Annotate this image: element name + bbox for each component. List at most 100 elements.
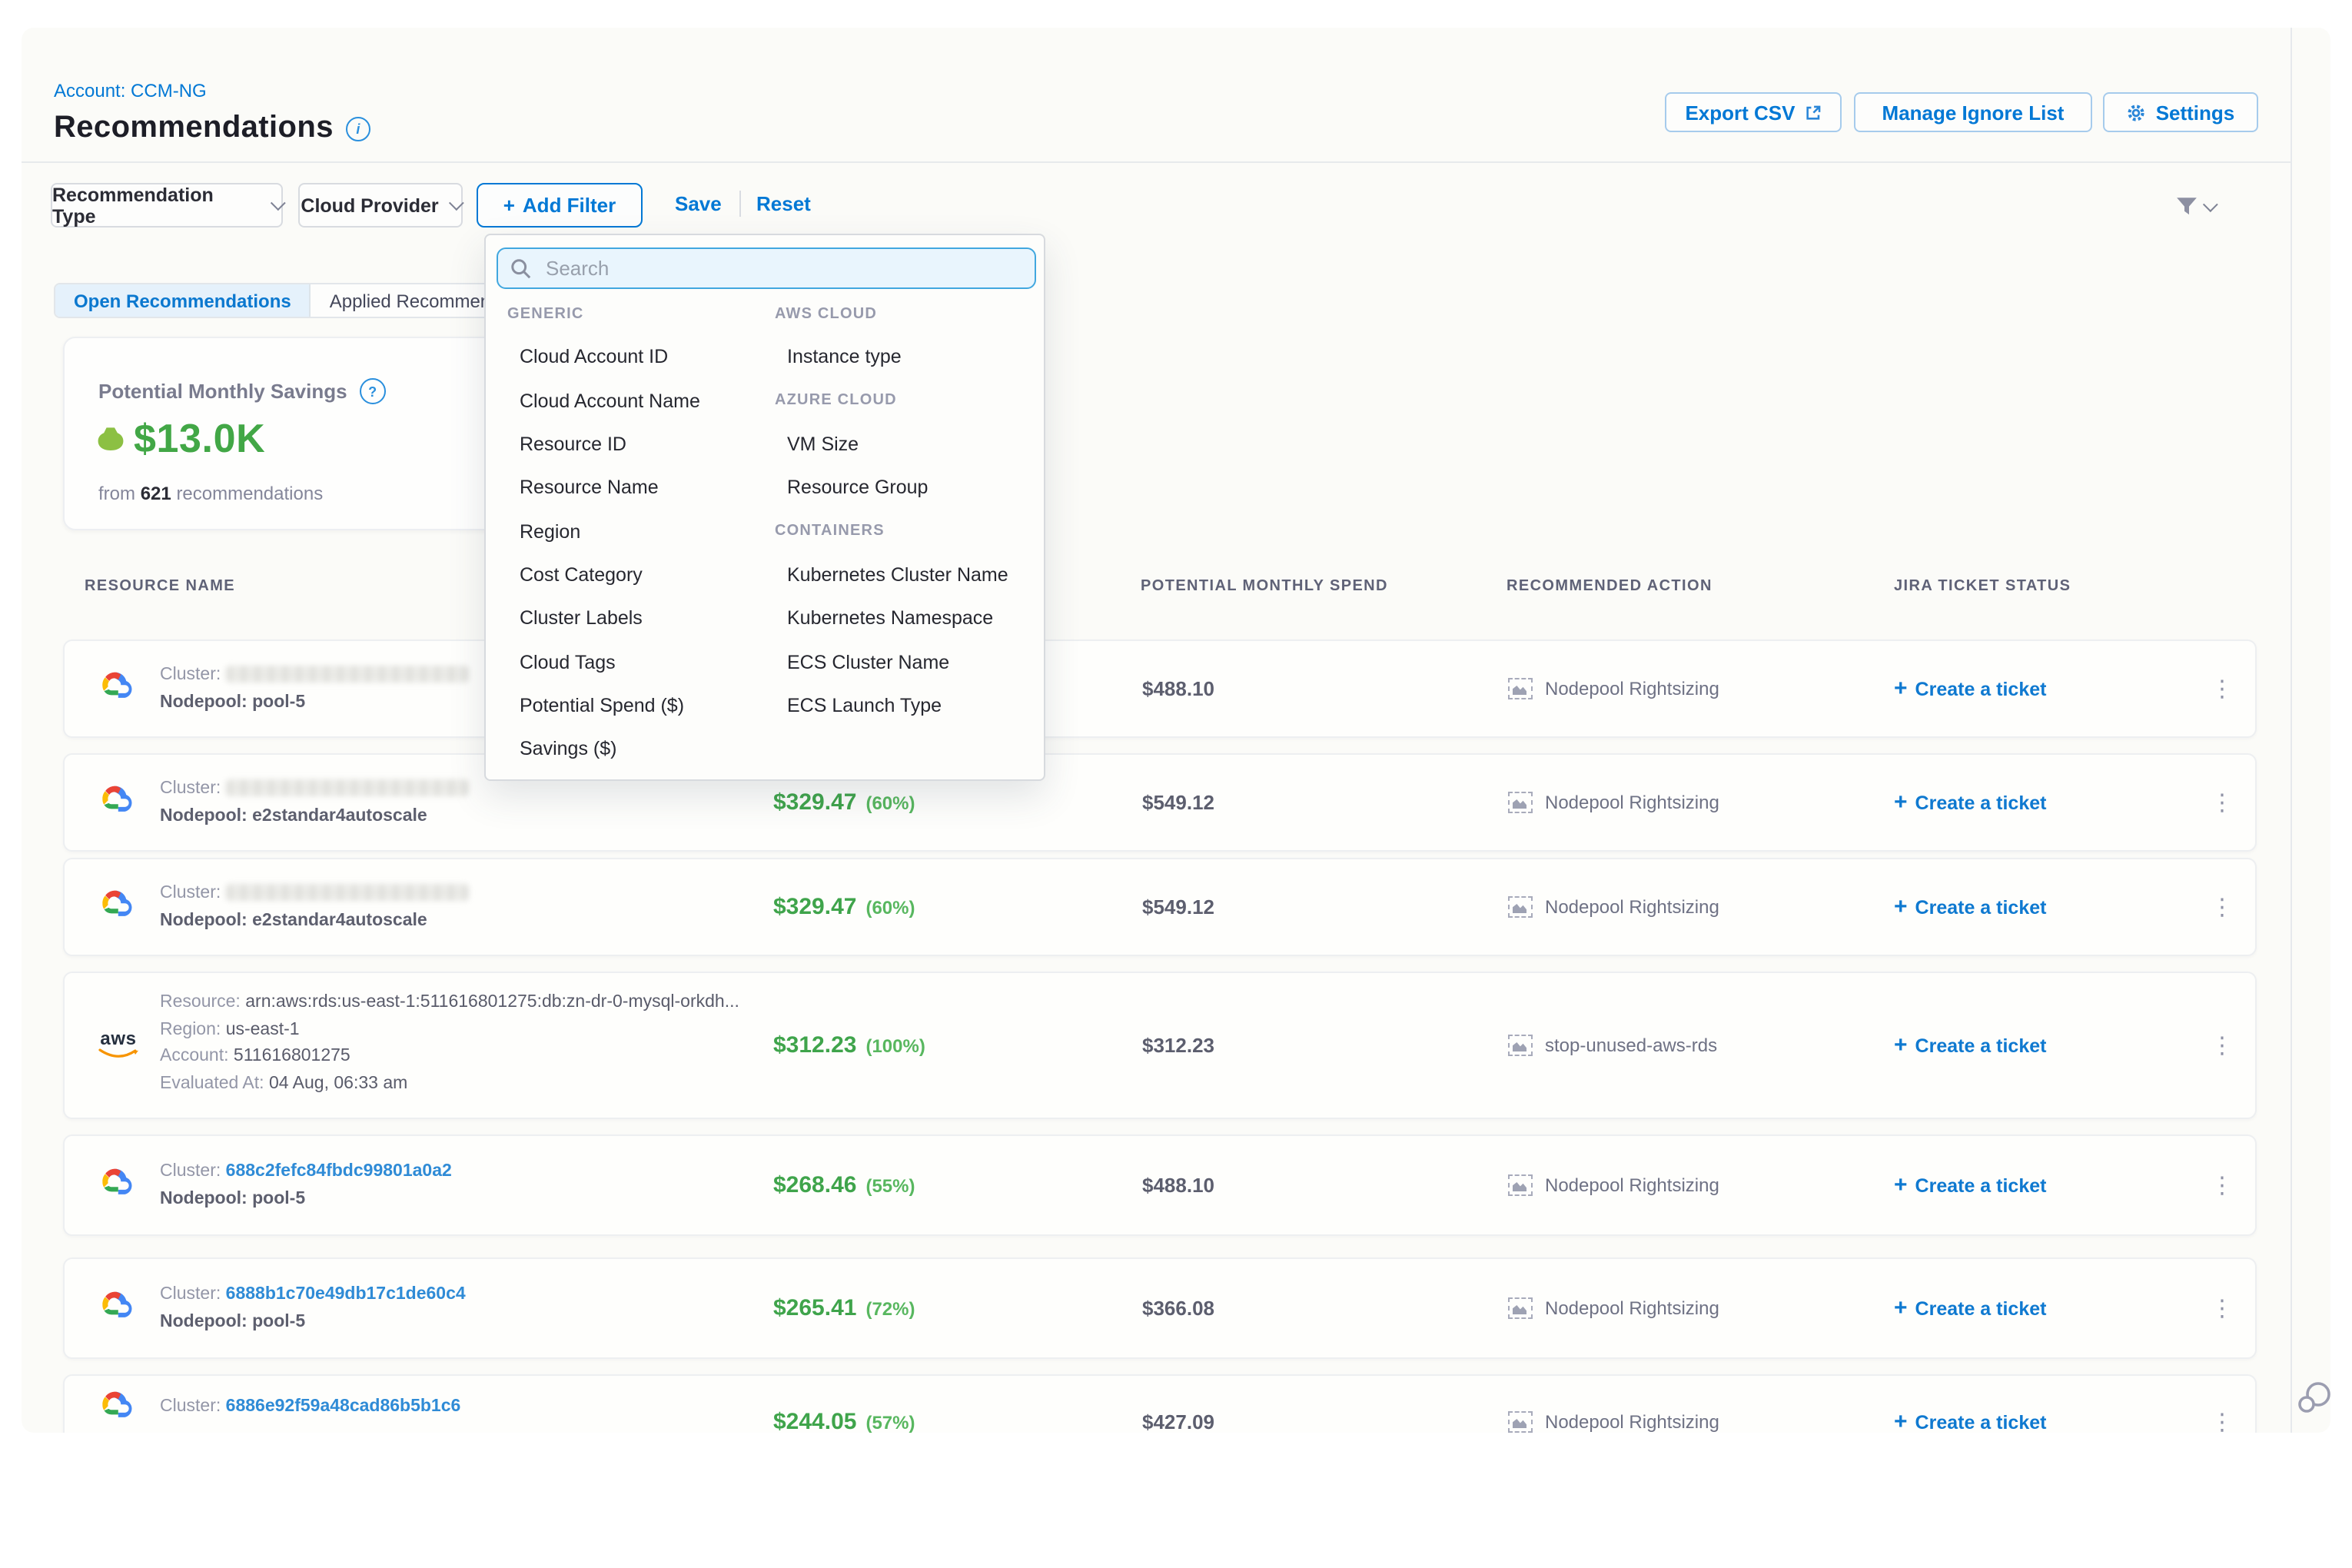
plus-icon: + bbox=[1894, 1409, 1908, 1433]
create-ticket-link[interactable]: +Create a ticket bbox=[1894, 1409, 2046, 1433]
kebab-menu-icon[interactable]: ⋮ bbox=[2211, 1171, 2234, 1199]
filter-option-resource-group[interactable]: Resource Group bbox=[775, 466, 1033, 510]
savings-percent: (100%) bbox=[865, 1035, 925, 1057]
recommendations-table-body: Cluster: Nodepool: pool-5 $488.10 Nodepo… bbox=[0, 572, 2352, 1433]
export-csv-button[interactable]: Export CSV bbox=[1665, 92, 1842, 132]
table-row[interactable]: Cluster: 6886e92f59a48cad86b5b1c6 $244.0… bbox=[63, 1374, 2257, 1433]
create-ticket-label: Create a ticket bbox=[1915, 792, 2047, 813]
table-row[interactable]: aws Resource: arn:aws:rds:us-east-1:5116… bbox=[63, 972, 2257, 1119]
table-row[interactable]: Cluster: 688c2fefc84fbdc99801a0a2 Nodepo… bbox=[63, 1134, 2257, 1236]
table-row[interactable]: Cluster: Nodepool: e2standar4autoscale $… bbox=[63, 858, 2257, 956]
manage-ignore-list-button[interactable]: Manage Ignore List bbox=[1854, 92, 2092, 132]
recommendation-type-filter[interactable]: Recommendation Type bbox=[51, 183, 283, 228]
filter-option-kubernetes-cluster-name[interactable]: Kubernetes Cluster Name bbox=[775, 553, 1033, 597]
nodepool-label: Nodepool: bbox=[160, 693, 247, 712]
search-input[interactable] bbox=[543, 255, 1022, 281]
recommended-action-value: Nodepool Rightsizing bbox=[1545, 1411, 1719, 1433]
table-row[interactable]: Cluster: Nodepool: e2standar4autoscale $… bbox=[63, 753, 2257, 852]
redacted-cluster-name bbox=[226, 666, 469, 683]
create-ticket-link[interactable]: +Create a ticket bbox=[1894, 1295, 2046, 1321]
kebab-menu-icon[interactable]: ⋮ bbox=[2211, 1031, 2234, 1059]
filter-option-kubernetes-namespace[interactable]: Kubernetes Namespace bbox=[775, 596, 1033, 640]
savings-percent: (57%) bbox=[865, 1412, 915, 1433]
nodepool-value: e2standar4autoscale bbox=[252, 912, 427, 930]
filter-option-ecs-launch-type[interactable]: ECS Launch Type bbox=[775, 683, 1033, 727]
settings-button[interactable]: Settings bbox=[2103, 92, 2258, 132]
nodepool-value: e2standar4autoscale bbox=[252, 807, 427, 826]
create-ticket-link[interactable]: +Create a ticket bbox=[1894, 1172, 2046, 1198]
filter-option-cost-category[interactable]: Cost Category bbox=[507, 553, 766, 597]
nodepool-label: Nodepool: bbox=[160, 1313, 247, 1331]
filter-option-resource-name[interactable]: Resource Name bbox=[507, 466, 766, 510]
kebab-menu-icon[interactable]: ⋮ bbox=[2211, 893, 2234, 921]
gcp-icon bbox=[95, 1288, 134, 1328]
create-ticket-link[interactable]: +Create a ticket bbox=[1894, 789, 2046, 816]
rightsizing-icon bbox=[1508, 1297, 1533, 1319]
nodepool-value: pool-5 bbox=[252, 1313, 305, 1331]
filter-option-vm-size[interactable]: VM Size bbox=[775, 423, 1033, 467]
filter-option-potential-spend[interactable]: Potential Spend ($) bbox=[507, 683, 766, 727]
filter-option-cloud-account-name[interactable]: Cloud Account Name bbox=[507, 379, 766, 423]
account-label: Account: bbox=[160, 1047, 229, 1065]
create-ticket-link[interactable]: + Create a ticket bbox=[1894, 676, 2046, 702]
tab-open-recommendations[interactable]: Open Recommendations bbox=[55, 284, 311, 317]
savings-percent: (60%) bbox=[865, 897, 915, 919]
monthly-savings-value: $268.46 bbox=[773, 1172, 856, 1198]
potential-monthly-spend-value: $488.10 bbox=[1142, 677, 1214, 700]
kebab-menu-icon[interactable]: ⋮ bbox=[2211, 789, 2234, 816]
resource-arn: arn:aws:rds:us-east-1:511616801275:db:zn… bbox=[245, 993, 739, 1012]
cluster-label: Cluster: bbox=[160, 1397, 221, 1416]
add-filter-button[interactable]: + Add Filter bbox=[477, 183, 643, 228]
nodepool-label: Nodepool: bbox=[160, 912, 247, 930]
filter-option-savings[interactable]: Savings ($) bbox=[507, 727, 766, 771]
savings-card-title: Potential Monthly Savings bbox=[98, 380, 347, 403]
table-row[interactable]: Cluster: 6888b1c70e49db17c1de60c4 Nodepo… bbox=[63, 1257, 2257, 1359]
export-csv-label: Export CSV bbox=[1685, 101, 1795, 124]
table-row[interactable]: Cluster: Nodepool: pool-5 $488.10 Nodepo… bbox=[63, 639, 2257, 738]
filter-option-ecs-cluster-name[interactable]: ECS Cluster Name bbox=[775, 640, 1033, 684]
cluster-label: Cluster: bbox=[160, 1285, 221, 1304]
create-ticket-label: Create a ticket bbox=[1915, 1297, 2047, 1319]
redacted-cluster-name bbox=[226, 885, 469, 902]
cluster-label: Cluster: bbox=[160, 779, 221, 798]
filter-panel-toggle[interactable] bbox=[2175, 195, 2214, 218]
money-bag-icon bbox=[95, 424, 126, 454]
cluster-label: Cluster: bbox=[160, 884, 221, 902]
savings-percent: (60%) bbox=[865, 792, 915, 814]
create-ticket-link[interactable]: +Create a ticket bbox=[1894, 894, 2046, 920]
filter-option-instance-type[interactable]: Instance type bbox=[775, 336, 1033, 380]
dropdown-search-box[interactable] bbox=[497, 247, 1036, 289]
recommended-action-value: Nodepool Rightsizing bbox=[1545, 792, 1719, 813]
kebab-menu-icon[interactable]: ⋮ bbox=[2211, 1294, 2234, 1322]
info-icon[interactable]: i bbox=[346, 116, 370, 141]
evaluated-at-label: Evaluated At: bbox=[160, 1074, 264, 1092]
filter-option-region[interactable]: Region bbox=[507, 510, 766, 553]
cloud-provider-label: Cloud Provider bbox=[301, 194, 438, 216]
cluster-id-link[interactable]: 688c2fefc84fbdc99801a0a2 bbox=[226, 1162, 452, 1181]
recommendation-type-label: Recommendation Type bbox=[52, 184, 260, 227]
account-breadcrumb[interactable]: Account: CCM-NG bbox=[54, 80, 207, 101]
section-azure-cloud: AZURE CLOUD bbox=[775, 379, 1033, 423]
kebab-menu-icon[interactable]: ⋮ bbox=[2211, 675, 2234, 703]
filter-option-cloud-account-id[interactable]: Cloud Account ID bbox=[507, 336, 766, 380]
create-ticket-link[interactable]: +Create a ticket bbox=[1894, 1032, 2046, 1058]
potential-monthly-spend-value: $312.23 bbox=[1142, 1034, 1214, 1057]
monthly-savings-value: $329.47 bbox=[773, 894, 856, 920]
reset-filter-button[interactable]: Reset bbox=[756, 192, 811, 215]
cloud-provider-filter[interactable]: Cloud Provider bbox=[298, 183, 463, 228]
save-filter-button[interactable]: Save bbox=[675, 192, 722, 215]
cluster-id-link[interactable]: 6886e92f59a48cad86b5b1c6 bbox=[226, 1397, 461, 1416]
help-chat-icon[interactable] bbox=[2294, 1377, 2335, 1427]
filter-option-cluster-labels[interactable]: Cluster Labels bbox=[507, 596, 766, 640]
rightsizing-icon bbox=[1508, 1035, 1533, 1056]
create-ticket-label: Create a ticket bbox=[1915, 678, 2047, 699]
chevron-down-icon bbox=[450, 195, 465, 211]
potential-monthly-spend-value: $488.10 bbox=[1142, 1174, 1214, 1197]
cluster-id-link[interactable]: 6888b1c70e49db17c1de60c4 bbox=[226, 1285, 466, 1304]
kebab-menu-icon[interactable]: ⋮ bbox=[2211, 1408, 2234, 1433]
potential-monthly-spend-value: $427.09 bbox=[1142, 1410, 1214, 1433]
help-icon[interactable]: ? bbox=[360, 378, 386, 404]
filter-option-resource-id[interactable]: Resource ID bbox=[507, 423, 766, 467]
filter-option-cloud-tags[interactable]: Cloud Tags bbox=[507, 640, 766, 684]
plus-icon: + bbox=[1894, 676, 1908, 702]
